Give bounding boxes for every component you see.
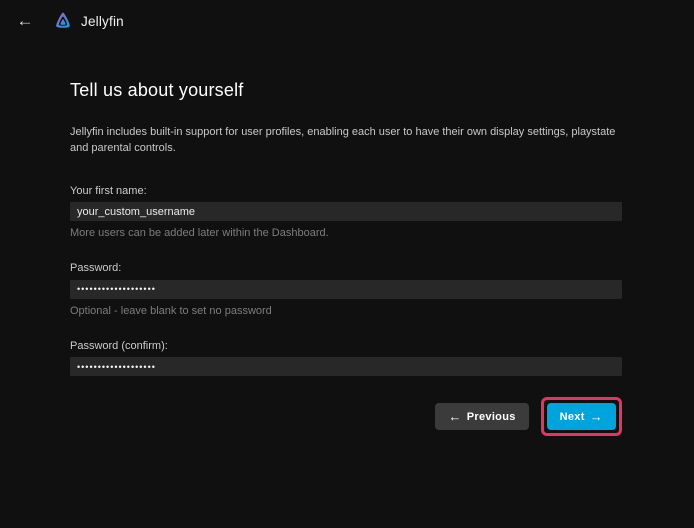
password-confirm-input[interactable] bbox=[70, 357, 622, 376]
password-confirm-label: Password (confirm): bbox=[70, 340, 622, 352]
back-button[interactable]: ← bbox=[12, 8, 38, 34]
jellyfin-logo-icon bbox=[52, 10, 74, 32]
password-input[interactable] bbox=[70, 280, 622, 299]
next-button[interactable]: Next → bbox=[547, 403, 616, 430]
app-title: Jellyfin bbox=[81, 14, 124, 29]
first-name-input[interactable] bbox=[70, 202, 622, 221]
page-description: Jellyfin includes built-in support for u… bbox=[70, 125, 622, 157]
password-confirm-helper bbox=[70, 382, 622, 383]
next-button-highlight-box: Next → bbox=[541, 397, 622, 436]
arrow-right-icon: → bbox=[590, 410, 603, 423]
wizard-page: Tell us about yourself Jellyfin includes… bbox=[0, 42, 694, 436]
password-label: Password: bbox=[70, 262, 622, 274]
back-arrow-icon: ← bbox=[17, 11, 34, 30]
password-confirm-field-group: Password (confirm): bbox=[70, 340, 622, 384]
user-profile-form: Your first name: More users can be added… bbox=[70, 185, 622, 437]
next-button-label: Next bbox=[560, 411, 585, 423]
first-name-field-group: Your first name: More users can be added… bbox=[70, 185, 622, 240]
page-title: Tell us about yourself bbox=[70, 80, 622, 101]
password-field-group: Password: Optional - leave blank to set … bbox=[70, 262, 622, 317]
first-name-helper: More users can be added later within the… bbox=[70, 227, 622, 239]
previous-button-label: Previous bbox=[467, 411, 516, 423]
password-helper: Optional - leave blank to set no passwor… bbox=[70, 305, 622, 317]
first-name-label: Your first name: bbox=[70, 185, 622, 197]
brand: Jellyfin bbox=[52, 10, 124, 32]
previous-button[interactable]: ← Previous bbox=[435, 403, 528, 430]
arrow-left-icon: ← bbox=[448, 410, 461, 423]
wizard-button-row: ← Previous Next → bbox=[70, 397, 622, 436]
topbar: ← Jellyfin bbox=[0, 0, 694, 42]
